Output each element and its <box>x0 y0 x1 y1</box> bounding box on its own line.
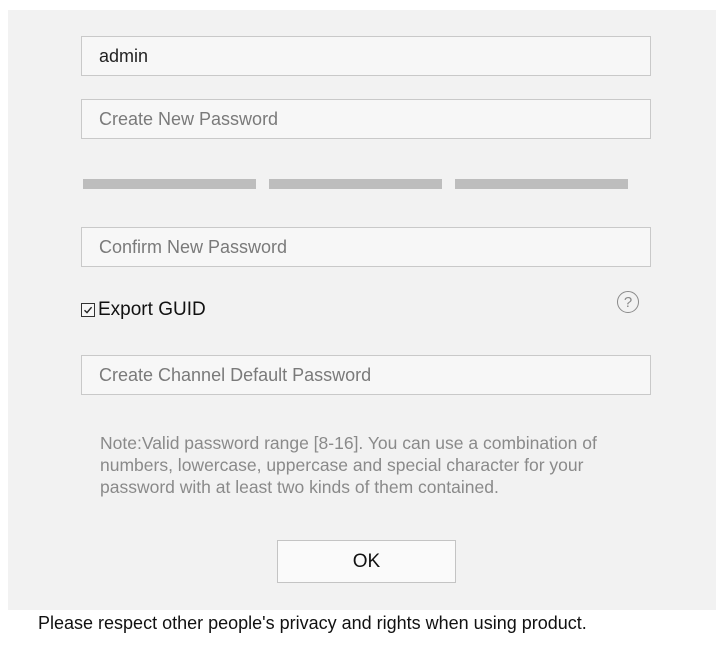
export-guid-checkbox[interactable] <box>81 303 95 317</box>
export-guid-option[interactable]: Export GUID <box>81 296 206 324</box>
privacy-notice: Please respect other people's privacy an… <box>38 613 587 633</box>
channel-default-password-field[interactable] <box>81 355 651 395</box>
ok-button[interactable]: OK <box>277 540 456 583</box>
username-field[interactable] <box>81 36 651 76</box>
checkmark-icon <box>84 306 93 314</box>
password-strength-bar-weak <box>83 179 256 189</box>
password-strength-bar-strong <box>455 179 628 189</box>
confirm-password-field[interactable] <box>81 227 651 267</box>
help-icon[interactable]: ? <box>617 291 639 313</box>
password-rules-note: Note:Valid password range [8-16]. You ca… <box>100 433 597 497</box>
new-password-field[interactable] <box>81 99 651 139</box>
help-icon-glyph: ? <box>623 293 633 311</box>
export-guid-label: Export GUID <box>98 299 206 320</box>
password-strength-bar-medium <box>269 179 442 189</box>
